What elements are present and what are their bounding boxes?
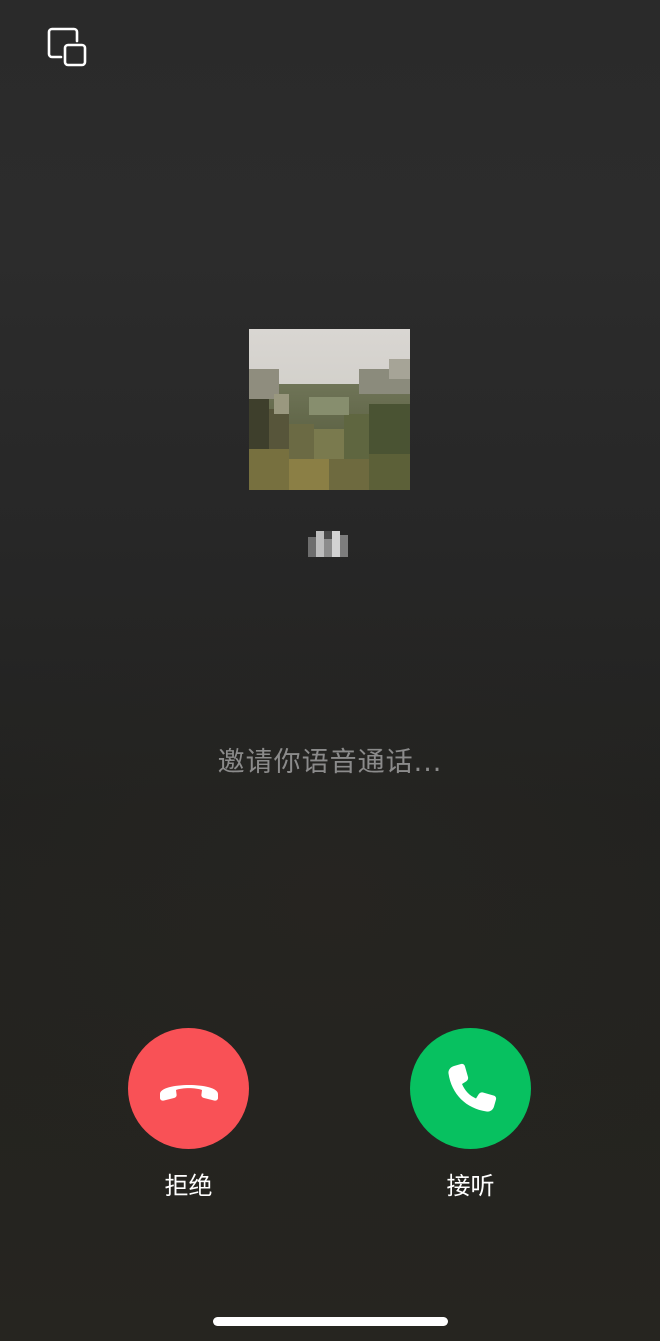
minimize-button[interactable] <box>44 24 90 70</box>
voice-call-screen: 邀请你语音通话... 拒绝 接听 <box>0 0 660 1341</box>
accept-label: 接听 <box>446 1172 495 1200</box>
phone-hangup-icon <box>159 1084 218 1101</box>
picture-in-picture-icon <box>47 27 87 67</box>
caller-name-obscured <box>306 527 352 559</box>
caller-avatar <box>249 329 410 490</box>
call-status-text: 邀请你语音通话... <box>217 747 443 778</box>
home-indicator[interactable] <box>213 1317 448 1326</box>
phone-icon <box>447 1063 496 1112</box>
avatar-image <box>249 329 410 490</box>
decline-label: 拒绝 <box>164 1172 213 1200</box>
decline-button[interactable] <box>128 1028 249 1149</box>
accept-button[interactable] <box>410 1028 531 1149</box>
